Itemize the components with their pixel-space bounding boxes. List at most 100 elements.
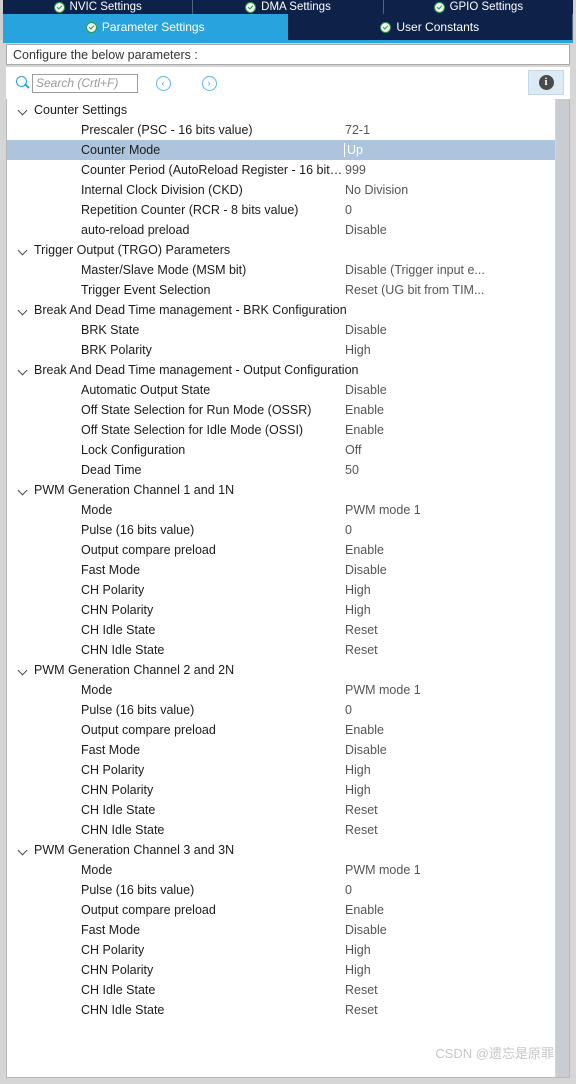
parameter-row[interactable]: Fast Mode Disable: [7, 920, 555, 940]
parameter-row[interactable]: Mode PWM mode 1: [7, 500, 555, 520]
parameter-value[interactable]: Enable: [345, 423, 555, 437]
parameter-value[interactable]: Disable: [345, 743, 555, 757]
parameter-value[interactable]: Disable: [345, 563, 555, 577]
parameter-group-header[interactable]: Trigger Output (TRGO) Parameters: [7, 240, 555, 260]
parameter-row[interactable]: Counter Period (AutoReload Register - 16…: [7, 160, 555, 180]
parameter-value[interactable]: 0: [345, 883, 555, 897]
parameter-group-header[interactable]: PWM Generation Channel 1 and 1N: [7, 480, 555, 500]
parameter-row[interactable]: CHN Polarity High: [7, 600, 555, 620]
parameter-value[interactable]: Disable (Trigger input e...: [345, 263, 555, 277]
parameter-group-header[interactable]: PWM Generation Channel 3 and 3N: [7, 840, 555, 860]
chevron-down-icon[interactable]: [17, 844, 29, 856]
parameter-value[interactable]: High: [345, 763, 555, 777]
chevron-down-icon[interactable]: [17, 484, 29, 496]
parameter-value[interactable]: PWM mode 1: [345, 863, 555, 877]
parameter-row[interactable]: Prescaler (PSC - 16 bits value) 72-1: [7, 120, 555, 140]
parameter-row[interactable]: Internal Clock Division (CKD) No Division: [7, 180, 555, 200]
parameter-value[interactable]: High: [345, 943, 555, 957]
parameter-value[interactable]: Enable: [345, 403, 555, 417]
parameter-value[interactable]: Disable: [345, 923, 555, 937]
tab-parameter-settings[interactable]: Parameter Settings: [3, 14, 288, 40]
parameter-value[interactable]: Reset: [345, 643, 555, 657]
parameter-row[interactable]: Trigger Event Selection Reset (UG bit fro…: [7, 280, 555, 300]
parameter-value[interactable]: Enable: [345, 543, 555, 557]
parameter-group-header[interactable]: Break And Dead Time management - BRK Con…: [7, 300, 555, 320]
parameter-value[interactable]: Reset: [345, 623, 555, 637]
parameter-row[interactable]: Repetition Counter (RCR - 8 bits value) 0: [7, 200, 555, 220]
parameter-row[interactable]: Master/Slave Mode (MSM bit) Disable (Trig…: [7, 260, 555, 280]
parameter-row[interactable]: Pulse (16 bits value) 0: [7, 880, 555, 900]
parameter-row[interactable]: CH Idle State Reset: [7, 980, 555, 1000]
parameter-value[interactable]: Reset: [345, 803, 555, 817]
previous-match-button[interactable]: ‹: [152, 72, 174, 94]
parameter-value[interactable]: 0: [345, 523, 555, 537]
parameter-row[interactable]: Counter Mode Up: [7, 140, 555, 160]
parameter-value[interactable]: Reset: [345, 1003, 555, 1017]
chevron-down-icon[interactable]: [17, 244, 29, 256]
parameter-value[interactable]: Enable: [345, 723, 555, 737]
chevron-down-icon[interactable]: [17, 664, 29, 676]
parameter-row[interactable]: Pulse (16 bits value) 0: [7, 700, 555, 720]
parameter-value[interactable]: Reset: [345, 823, 555, 837]
parameter-row[interactable]: Output compare preload Enable: [7, 900, 555, 920]
tab-gpio-settings[interactable]: GPIO Settings: [383, 0, 573, 14]
parameter-row[interactable]: Pulse (16 bits value) 0: [7, 520, 555, 540]
info-button[interactable]: i: [528, 70, 564, 95]
parameter-value[interactable]: Off: [345, 443, 555, 457]
parameter-row[interactable]: CHN Polarity High: [7, 780, 555, 800]
parameter-value[interactable]: High: [345, 603, 555, 617]
parameter-group-header[interactable]: Counter Settings: [7, 100, 555, 120]
parameter-row[interactable]: CH Polarity High: [7, 580, 555, 600]
tab-dma-settings[interactable]: DMA Settings: [193, 0, 384, 14]
parameter-value[interactable]: Disable: [345, 323, 555, 337]
parameter-row[interactable]: BRK State Disable: [7, 320, 555, 340]
parameter-row[interactable]: CH Idle State Reset: [7, 800, 555, 820]
parameter-value[interactable]: PWM mode 1: [345, 503, 555, 517]
parameter-row[interactable]: Fast Mode Disable: [7, 560, 555, 580]
parameter-value[interactable]: Enable: [345, 903, 555, 917]
parameter-row[interactable]: auto-reload preload Disable: [7, 220, 555, 240]
vertical-scrollbar[interactable]: [555, 99, 569, 1077]
parameter-value[interactable]: High: [345, 963, 555, 977]
parameter-row[interactable]: Off State Selection for Run Mode (OSSR) E…: [7, 400, 555, 420]
parameter-value[interactable]: No Division: [345, 183, 555, 197]
parameter-value[interactable]: 50: [345, 463, 555, 477]
parameter-row[interactable]: CHN Idle State Reset: [7, 640, 555, 660]
parameter-row[interactable]: Off State Selection for Idle Mode (OSSI)…: [7, 420, 555, 440]
next-match-button[interactable]: ›: [198, 72, 220, 94]
parameter-value[interactable]: 0: [345, 703, 555, 717]
parameter-row[interactable]: Output compare preload Enable: [7, 720, 555, 740]
parameter-value[interactable]: Disable: [345, 383, 555, 397]
search-input[interactable]: [32, 73, 138, 93]
tab-user-constants[interactable]: User Constants: [287, 14, 573, 40]
parameter-value[interactable]: 999: [345, 163, 555, 177]
parameter-row[interactable]: BRK Polarity High: [7, 340, 555, 360]
parameter-row[interactable]: CH Polarity High: [7, 760, 555, 780]
parameter-row[interactable]: CHN Idle State Reset: [7, 1000, 555, 1020]
parameter-row[interactable]: CHN Idle State Reset: [7, 820, 555, 840]
scrollbar-thumb[interactable]: [556, 99, 569, 1077]
parameter-row[interactable]: CH Idle State Reset: [7, 620, 555, 640]
parameter-row[interactable]: CHN Polarity High: [7, 960, 555, 980]
parameter-value[interactable]: High: [345, 583, 555, 597]
parameter-row[interactable]: Lock Configuration Off: [7, 440, 555, 460]
parameter-group-header[interactable]: PWM Generation Channel 2 and 2N: [7, 660, 555, 680]
parameter-value[interactable]: Reset: [345, 983, 555, 997]
parameter-row[interactable]: Automatic Output State Disable: [7, 380, 555, 400]
parameter-row[interactable]: Mode PWM mode 1: [7, 680, 555, 700]
parameter-value[interactable]: Up: [344, 143, 555, 157]
parameter-row[interactable]: Mode PWM mode 1: [7, 860, 555, 880]
parameter-row[interactable]: Fast Mode Disable: [7, 740, 555, 760]
chevron-down-icon[interactable]: [17, 104, 29, 116]
parameter-value[interactable]: 72-1: [345, 123, 555, 137]
chevron-down-icon[interactable]: [17, 364, 29, 376]
parameter-value[interactable]: High: [345, 343, 555, 357]
chevron-down-icon[interactable]: [17, 304, 29, 316]
parameter-row[interactable]: Output compare preload Enable: [7, 540, 555, 560]
parameter-value[interactable]: Disable: [345, 223, 555, 237]
parameter-value[interactable]: High: [345, 783, 555, 797]
parameter-row[interactable]: Dead Time 50: [7, 460, 555, 480]
parameter-value[interactable]: PWM mode 1: [345, 683, 555, 697]
parameter-value[interactable]: Reset (UG bit from TIM...: [345, 283, 555, 297]
parameter-value[interactable]: 0: [345, 203, 555, 217]
